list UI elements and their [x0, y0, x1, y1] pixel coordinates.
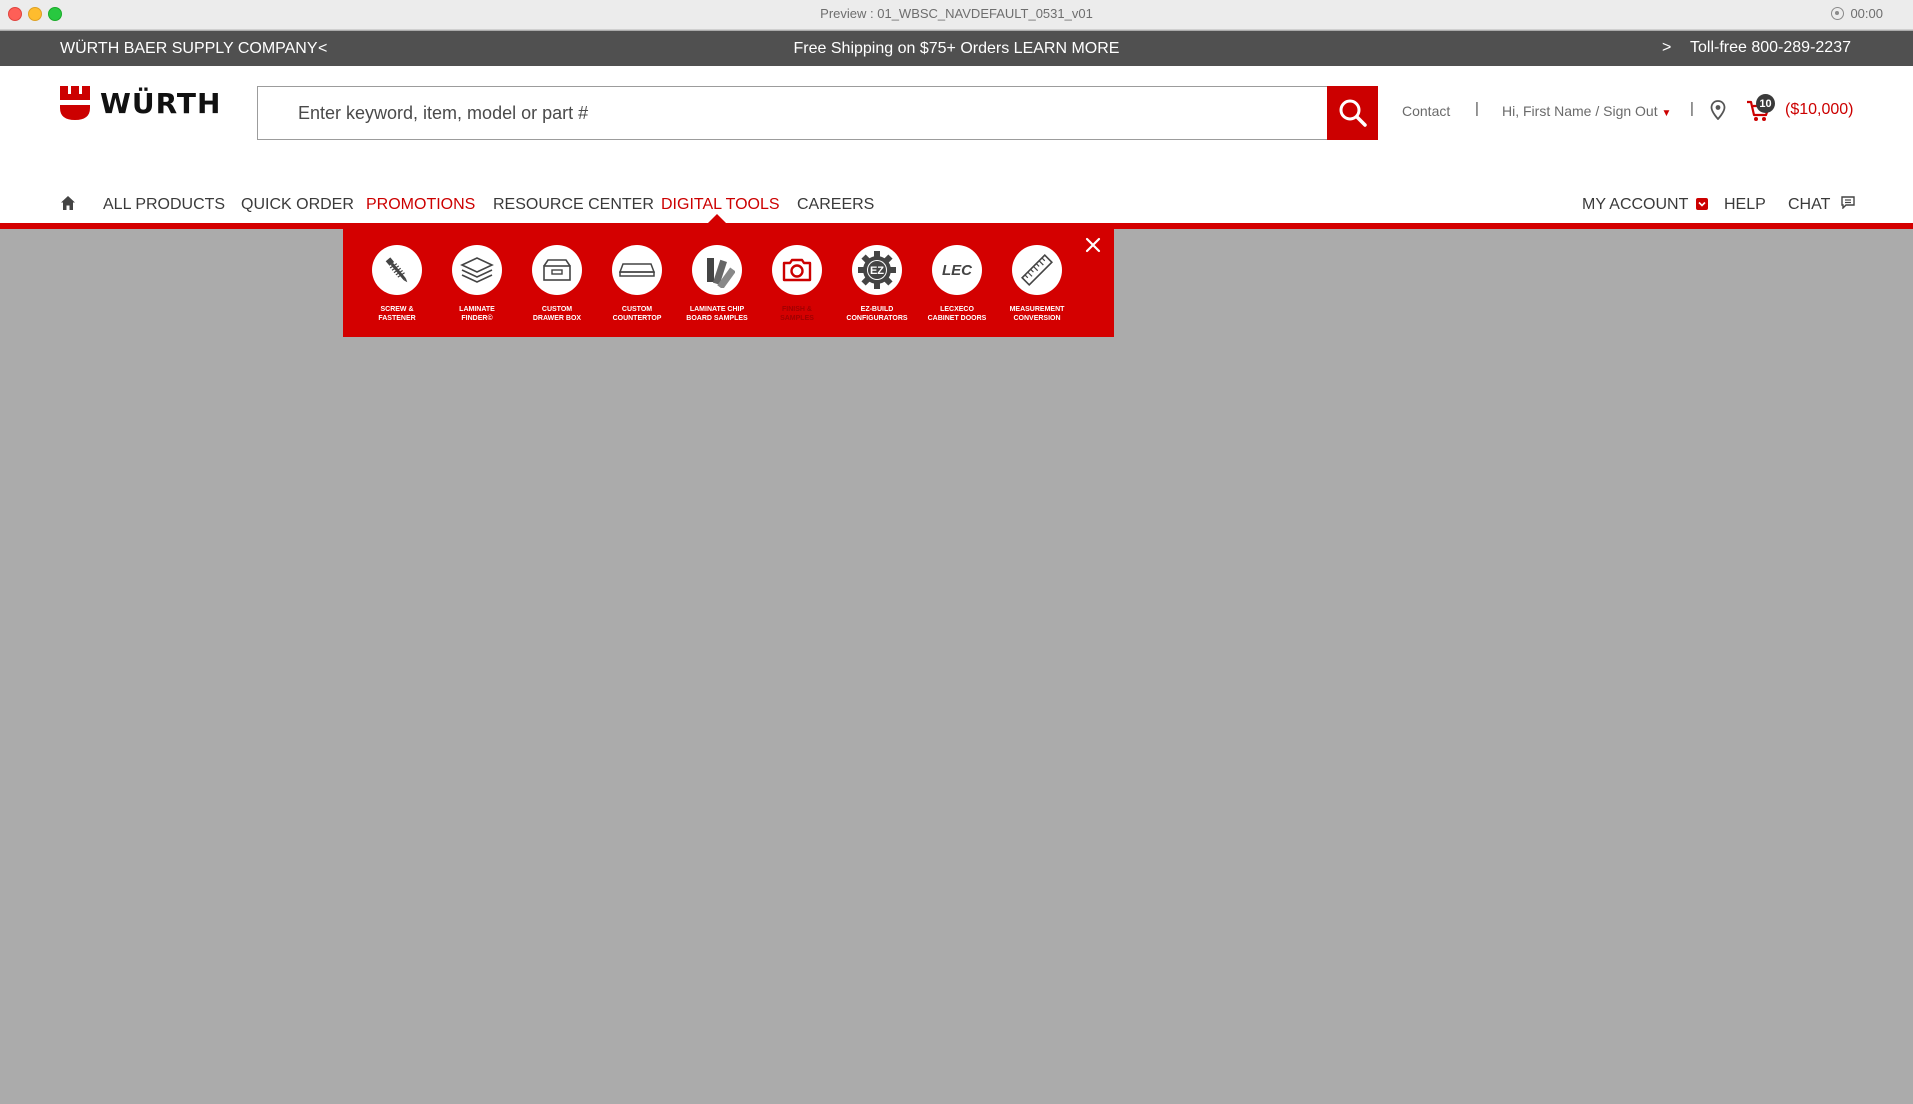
tool-measurement-conversion[interactable]: MEASUREMENT CONVERSION [997, 245, 1077, 323]
tool-label: LECXECO CABINET DOORS [927, 306, 987, 322]
nav-my-account[interactable]: MY ACCOUNT [1582, 196, 1708, 214]
tool-screw-fastener[interactable]: SCREW & FASTENER [357, 245, 437, 323]
screw-icon [385, 257, 408, 283]
chat-label: CHAT [1788, 196, 1831, 213]
tool-lecxeco-doors[interactable]: LEC LECXECO CABINET DOORS [917, 245, 997, 323]
promo-bar: WÜRTH BAER SUPPLY COMPANY < Free Shippin… [0, 31, 1913, 66]
nav-resource-center[interactable]: RESOURCE CENTER [493, 196, 654, 214]
recording-indicator: 00:00 [1831, 6, 1883, 21]
countertop-icon [618, 263, 656, 277]
laminate-layers-icon [460, 257, 494, 283]
drawer-box-icon [543, 259, 571, 281]
chat-icon [1840, 196, 1855, 210]
wurth-logo[interactable]: WÜRTH [60, 86, 221, 120]
header-divider: | [1690, 100, 1694, 117]
tool-custom-countertop[interactable]: CUSTOM COUNTERTOP [597, 245, 677, 323]
nav-quick-order[interactable]: QUICK ORDER [241, 196, 354, 214]
tool-laminate-chip-board[interactable]: LAMINATE CHIP BOARD SAMPLES [677, 245, 757, 323]
shipping-promo-link[interactable]: Free Shipping on $75+ Orders LEARN MORE [0, 40, 1913, 58]
user-menu[interactable]: Hi, First Name / Sign Out ▼ [1502, 103, 1671, 119]
recording-timer: 00:00 [1850, 6, 1883, 21]
header-divider: | [1475, 100, 1479, 117]
tool-laminate-finder[interactable]: LAMINATE FINDER© [437, 245, 517, 323]
record-icon [1831, 7, 1845, 20]
my-account-label: MY ACCOUNT [1582, 196, 1689, 213]
location-pin-icon[interactable] [1710, 100, 1726, 120]
tool-label: SCREW & FASTENER [378, 306, 416, 322]
tool-label: EZ-BUILD CONFIGURATORS [846, 306, 908, 322]
ruler-icon [1021, 254, 1053, 286]
camera-icon [782, 258, 812, 282]
nav-careers[interactable]: CAREERS [797, 196, 874, 214]
tool-label: CUSTOM DRAWER BOX [532, 306, 582, 322]
nav-promotions[interactable]: PROMOTIONS [366, 196, 475, 214]
nav-chat[interactable]: CHAT [1788, 196, 1855, 214]
search-input[interactable] [298, 99, 1278, 127]
search-button[interactable] [1327, 86, 1378, 140]
chevron-down-icon [1695, 198, 1708, 210]
wurth-logo-icon [60, 86, 90, 120]
search-icon [1339, 99, 1367, 127]
svg-text:EZ: EZ [870, 265, 884, 277]
tool-label: LAMINATE FINDER© [459, 306, 495, 322]
contact-link[interactable]: Contact [1402, 103, 1450, 119]
chevron-down-icon: ▼ [1661, 108, 1672, 119]
nav-digital-tools[interactable]: DIGITAL TOOLS [661, 196, 780, 214]
home-icon[interactable] [60, 195, 76, 211]
user-greeting: Hi, First Name / Sign Out [1502, 103, 1658, 119]
window-title: Preview : 01_WBSC_NAVDEFAULT_0531_v01 [820, 6, 1093, 21]
tool-label: CUSTOM COUNTERTOP [612, 306, 662, 322]
logo-wordmark: WÜRTH [100, 86, 222, 120]
swatch-fan-icon [707, 258, 735, 288]
digital-tools-dropdown: SCREW & FASTENER LAMINATE FINDER© CUSTOM… [343, 229, 1114, 337]
tool-label: MEASUREMENT CONVERSION [1009, 306, 1065, 322]
toll-free-phone[interactable]: Toll-free 800-289-2237 [1690, 39, 1851, 57]
dropdown-pointer [707, 214, 727, 224]
promo-next-button[interactable]: > [1662, 39, 1671, 57]
search-field [257, 86, 1328, 140]
window-titlebar: Preview : 01_WBSC_NAVDEFAULT_0531_v01 00… [0, 0, 1913, 30]
close-icon[interactable] [1083, 235, 1103, 255]
ez-gear-icon: EZ [858, 251, 896, 289]
tool-custom-drawer-box[interactable]: CUSTOM DRAWER BOX [517, 245, 597, 323]
tool-label: LAMINATE CHIP BOARD SAMPLES [686, 306, 748, 322]
main-nav: ALL PRODUCTS QUICK ORDER PROMOTIONS RESO… [0, 186, 1913, 222]
tool-finish-samples[interactable]: FINISH & SAMPLES [757, 245, 837, 323]
cart-total[interactable]: ($10,000) [1785, 101, 1854, 119]
tool-ez-build[interactable]: EZ EZ-BUILD CONFIGURATORS [837, 245, 917, 323]
nav-all-products[interactable]: ALL PRODUCTS [103, 196, 225, 214]
nav-help[interactable]: HELP [1724, 196, 1766, 214]
cart-count-badge: 10 [1756, 94, 1775, 113]
svg-text:LEC: LEC [942, 262, 973, 279]
tool-label: FINISH & SAMPLES [780, 306, 814, 322]
lec-logo-icon: LEC [942, 262, 973, 279]
